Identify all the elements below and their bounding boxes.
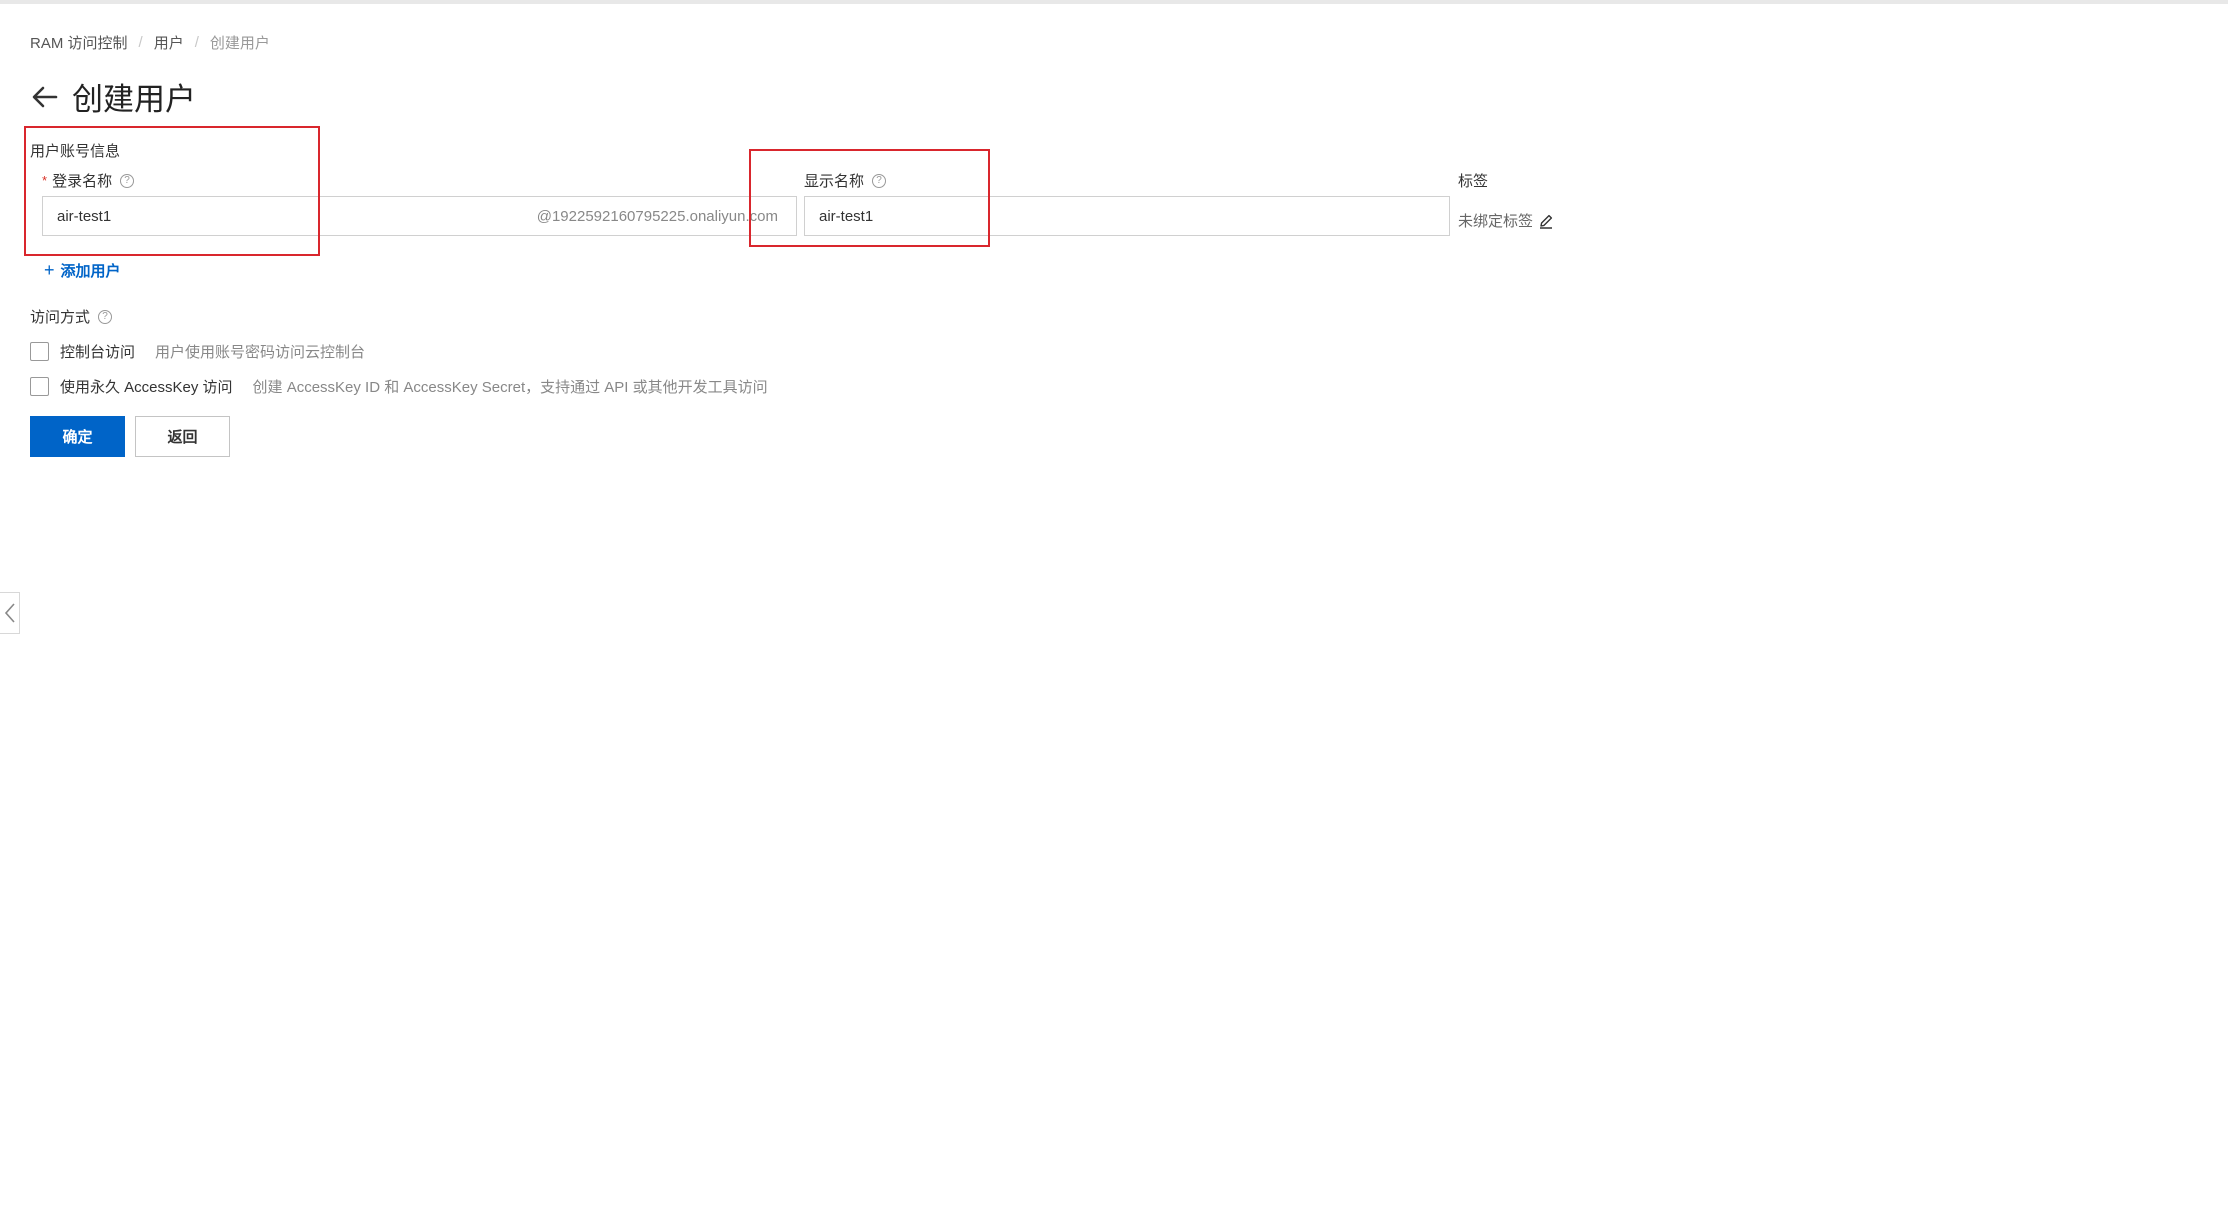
display-name-field[interactable]: [804, 196, 1450, 236]
console-access-label[interactable]: 控制台访问: [60, 341, 135, 362]
required-marker: *: [42, 173, 48, 188]
access-option-console[interactable]: 控制台访问 用户使用账号密码访问云控制台: [30, 341, 365, 362]
accesskey-access-checkbox[interactable]: [30, 377, 49, 396]
breadcrumb: RAM 访问控制 / 用户 / 创建用户: [30, 32, 270, 53]
display-name-label: 显示名称 ?: [804, 170, 887, 191]
breadcrumb-separator: /: [138, 34, 143, 51]
add-user-label: 添加用户: [60, 263, 121, 280]
top-divider: [0, 0, 2228, 4]
help-icon[interactable]: ?: [120, 173, 135, 188]
help-icon[interactable]: ?: [98, 309, 113, 324]
chevron-left-icon: [4, 603, 15, 623]
access-option-accesskey[interactable]: 使用永久 AccessKey 访问 创建 AccessKey ID 和 Acce…: [30, 376, 768, 397]
tags-value: 未绑定标签: [1458, 210, 1554, 231]
confirm-button[interactable]: 确定: [30, 416, 125, 457]
display-name-input[interactable]: [819, 207, 1435, 225]
login-name-label: * 登录名称 ?: [42, 170, 135, 191]
breadcrumb-separator: /: [194, 34, 199, 51]
tags-value-text: 未绑定标签: [1458, 213, 1534, 230]
page-title: 创建用户: [72, 82, 196, 117]
accesskey-access-label[interactable]: 使用永久 AccessKey 访问: [60, 376, 233, 397]
display-name-label-text: 显示名称: [804, 173, 865, 190]
breadcrumb-item-ram[interactable]: RAM 访问控制: [30, 32, 128, 53]
login-name-label-text: 登录名称: [52, 173, 113, 190]
add-user-button[interactable]: + 添加用户: [44, 260, 121, 281]
console-access-description: 用户使用账号密码访问云控制台: [155, 344, 366, 361]
access-method-label: 访问方式 ?: [30, 306, 113, 327]
login-domain-suffix: @1922592160795225.onaliyun.com: [536, 208, 778, 225]
section-label-account-info: 用户账号信息: [30, 143, 121, 160]
login-name-field[interactable]: @1922592160795225.onaliyun.com: [42, 196, 797, 236]
sidebar-toggle[interactable]: [0, 592, 20, 634]
tags-label: 标签: [1458, 173, 1489, 190]
access-method-label-text: 访问方式: [30, 309, 91, 326]
back-arrow-icon[interactable]: [30, 82, 60, 112]
console-access-checkbox[interactable]: [30, 342, 49, 361]
accesskey-access-description: 创建 AccessKey ID 和 AccessKey Secret，支持通过 …: [252, 379, 768, 396]
help-icon[interactable]: ?: [872, 173, 887, 188]
edit-pencil-icon[interactable]: [1538, 213, 1554, 229]
breadcrumb-item-current: 创建用户: [209, 35, 270, 52]
plus-icon: +: [44, 260, 55, 280]
page-header: 创建用户: [30, 74, 196, 119]
breadcrumb-item-users[interactable]: 用户: [154, 32, 184, 53]
back-button[interactable]: 返回: [135, 416, 230, 457]
